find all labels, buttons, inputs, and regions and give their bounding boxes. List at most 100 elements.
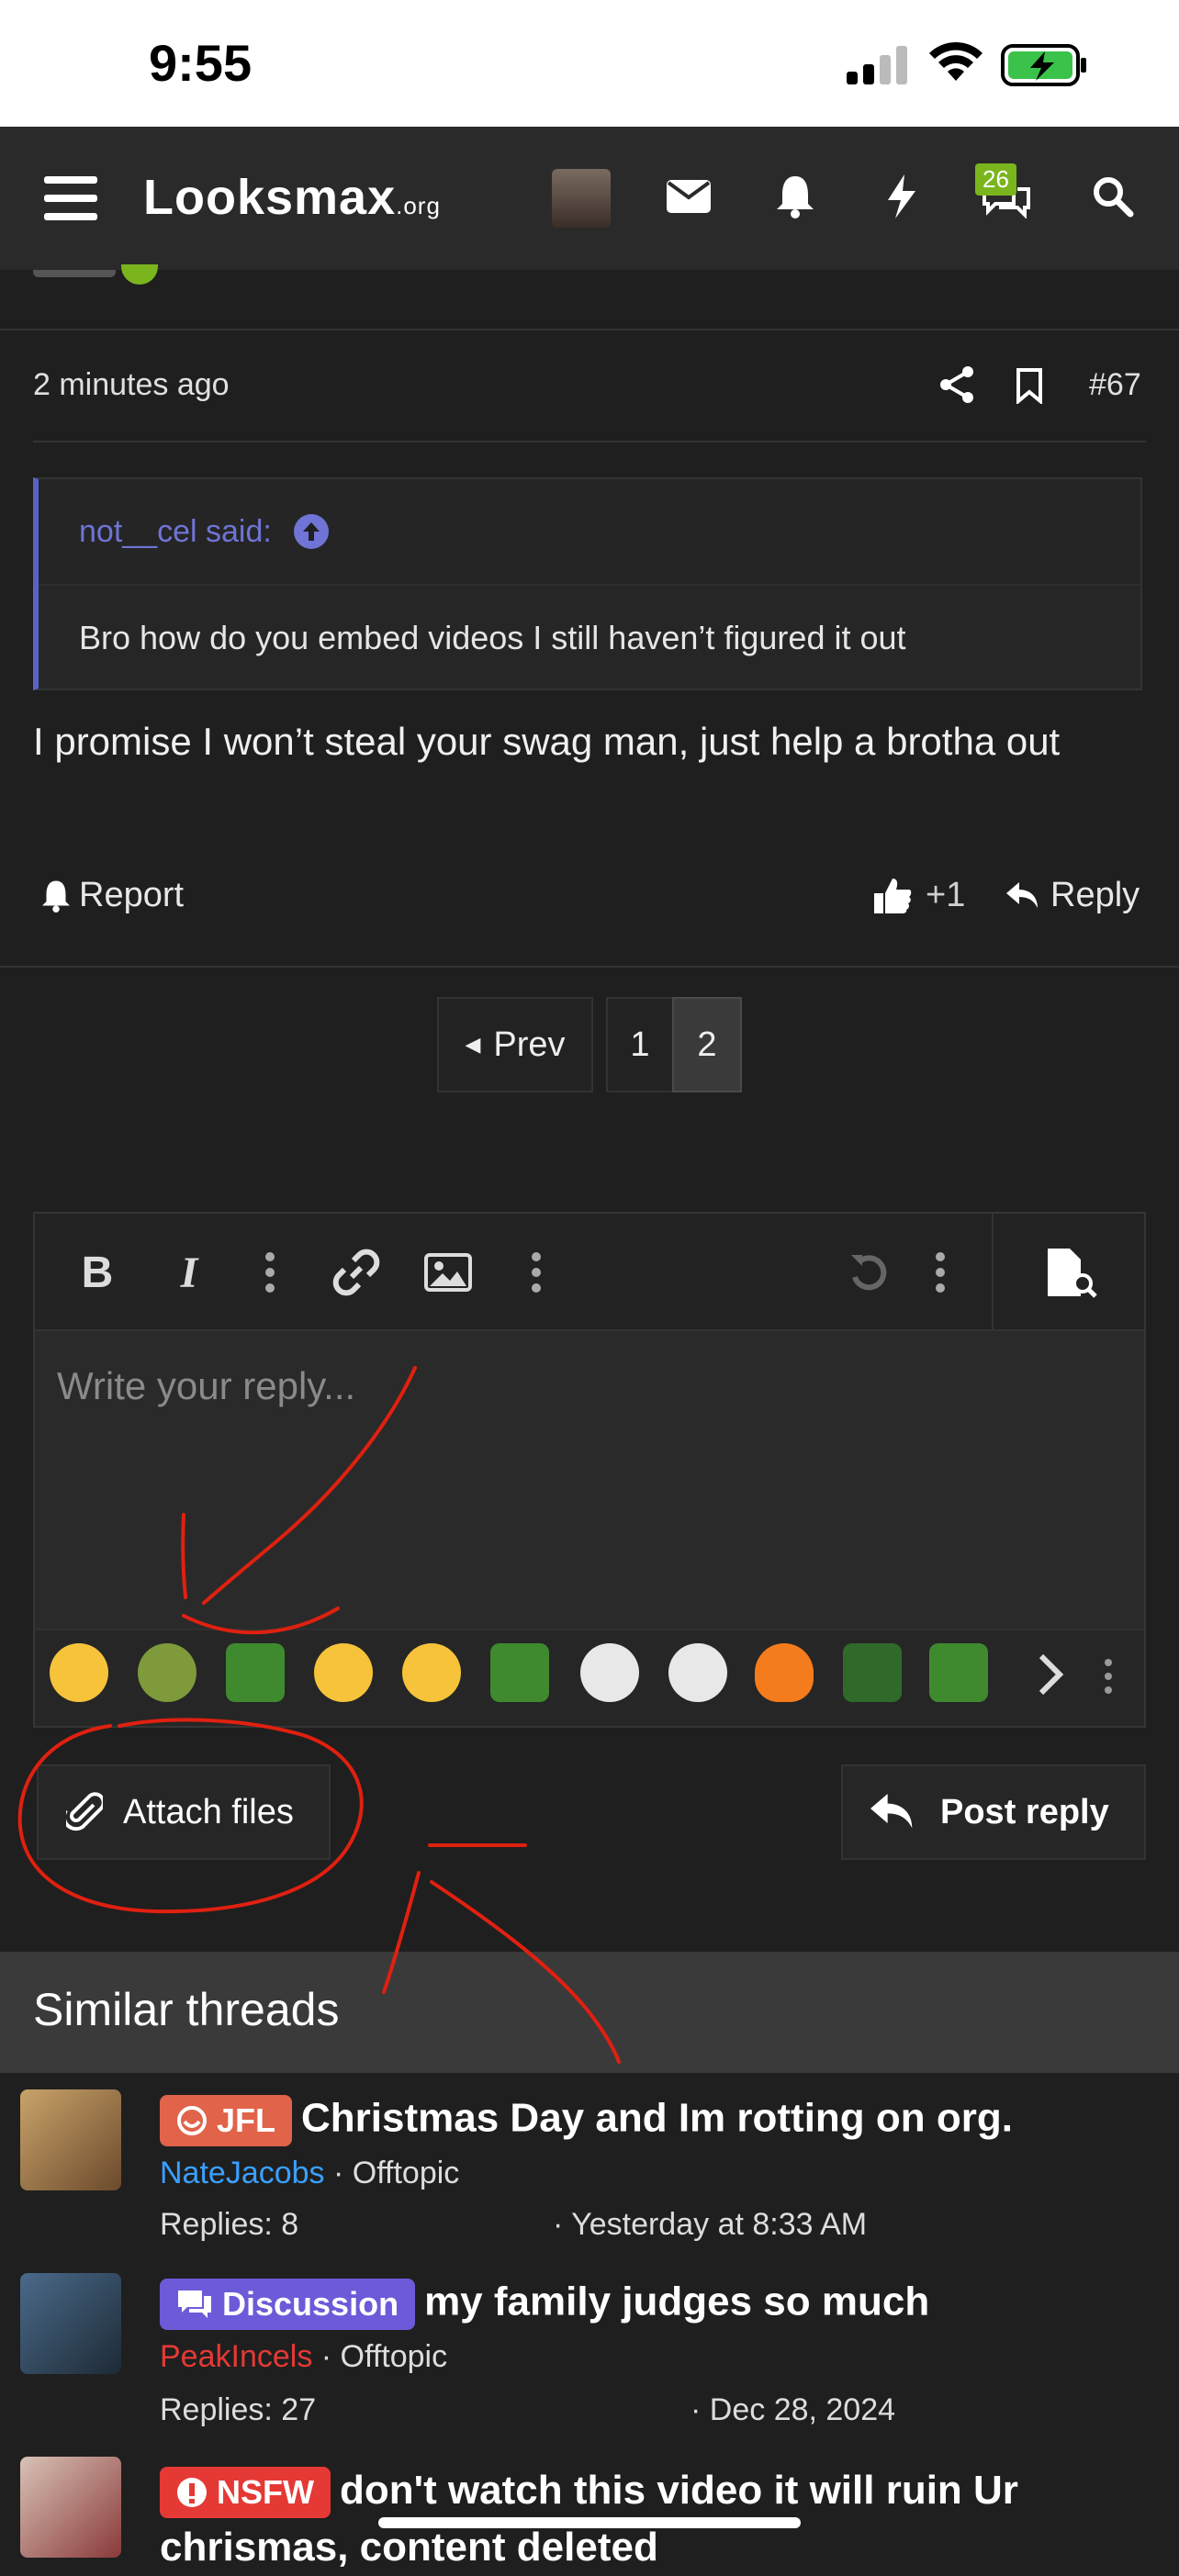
thread-author[interactable]: NateJacobs bbox=[160, 2156, 325, 2190]
more-insert-options-icon[interactable] bbox=[518, 1247, 555, 1298]
thread-avatar[interactable] bbox=[20, 2089, 121, 2190]
post-number[interactable]: #67 bbox=[1089, 367, 1141, 403]
thread-date-text: Dec 28, 2024 bbox=[709, 2392, 896, 2427]
thread-avatar[interactable] bbox=[20, 2273, 121, 2374]
thumbs-up-icon bbox=[874, 878, 912, 913]
soyjak-emoji[interactable] bbox=[668, 1643, 727, 1702]
shrek-emoji[interactable] bbox=[138, 1643, 196, 1702]
pepe-sit-emoji[interactable] bbox=[929, 1643, 988, 1702]
italic-icon[interactable]: I bbox=[163, 1247, 215, 1298]
thread-meta: NateJacobs · Offtopic bbox=[160, 2156, 460, 2190]
status-time: 9:55 bbox=[149, 34, 253, 92]
wifi-icon bbox=[929, 41, 982, 81]
editor-toolbar: B I bbox=[35, 1214, 1144, 1331]
thread-tag-label: Discussion bbox=[222, 2285, 399, 2323]
reply-label: Reply bbox=[1050, 876, 1140, 914]
quote-header: not__cel said: bbox=[39, 479, 1140, 586]
thread-title: Christmas Day and Im rotting on org. bbox=[301, 2095, 1013, 2141]
wojak-emoji[interactable] bbox=[580, 1643, 639, 1702]
bookmark-icon[interactable] bbox=[1016, 367, 1043, 409]
pepe-laugh-emoji[interactable] bbox=[490, 1643, 549, 1702]
divider bbox=[33, 441, 1146, 442]
post-reply-label: Post reply bbox=[940, 1792, 1109, 1831]
page-1-button[interactable]: 1 bbox=[606, 997, 674, 1092]
share-icon[interactable] bbox=[938, 365, 975, 409]
like-button[interactable]: +1 bbox=[872, 876, 965, 915]
thread-replies: Replies: 27 bbox=[160, 2392, 317, 2427]
pepe-emoji[interactable] bbox=[226, 1643, 285, 1702]
reply-button[interactable]: Reply bbox=[1006, 876, 1140, 915]
mail-icon[interactable] bbox=[663, 171, 714, 222]
home-indicator bbox=[378, 2517, 801, 2528]
thread-meta: PeakIncels · Offtopic bbox=[160, 2339, 448, 2374]
fire-emoji[interactable] bbox=[755, 1643, 814, 1702]
thread-author[interactable]: PeakIncels bbox=[160, 2339, 312, 2374]
logo-text: Looksmax bbox=[143, 170, 397, 225]
more-text-options-icon[interactable] bbox=[252, 1247, 288, 1298]
jump-to-quote-icon[interactable] bbox=[293, 514, 329, 549]
thread-title: my family judges so much bbox=[424, 2279, 930, 2324]
thread-tag: Discussion bbox=[160, 2279, 416, 2330]
thread-tag: NSFW bbox=[160, 2467, 331, 2519]
status-bar: 9:55 bbox=[0, 0, 1179, 127]
thread-forum[interactable]: Offtopic bbox=[341, 2339, 448, 2374]
reply-arrow-icon bbox=[1006, 881, 1038, 908]
prev-page-button[interactable]: ◀ Prev bbox=[437, 997, 593, 1092]
menu-icon[interactable] bbox=[44, 176, 97, 222]
like-count: +1 bbox=[926, 876, 966, 914]
search-icon[interactable] bbox=[1087, 171, 1139, 222]
image-icon[interactable] bbox=[422, 1247, 474, 1298]
post-timestamp[interactable]: 2 minutes ago bbox=[33, 367, 230, 403]
divider bbox=[0, 329, 1179, 330]
link-icon[interactable] bbox=[329, 1247, 384, 1298]
report-label: Report bbox=[79, 876, 185, 914]
chevron-right-icon[interactable] bbox=[1038, 1652, 1065, 1701]
crying-laughing-emoji[interactable] bbox=[314, 1643, 373, 1702]
lightning-icon[interactable] bbox=[876, 171, 927, 222]
user-avatar[interactable] bbox=[552, 169, 611, 228]
notification-badge: 26 bbox=[975, 163, 1016, 196]
post-reply-button[interactable]: Post reply bbox=[841, 1764, 1146, 1860]
alert-icon bbox=[177, 2478, 207, 2508]
bell-icon bbox=[42, 880, 70, 913]
thread-tag-label: NSFW bbox=[217, 2473, 314, 2512]
thread-avatar[interactable] bbox=[20, 2457, 121, 2558]
online-indicator bbox=[121, 264, 158, 285]
quote-author[interactable]: not__cel said: bbox=[79, 514, 272, 550]
pepe-sunglasses-emoji[interactable] bbox=[843, 1643, 902, 1702]
toolbar-separator bbox=[992, 1214, 994, 1329]
thread-tag-label: JFL bbox=[217, 2101, 276, 2139]
reply-input[interactable]: Write your reply... bbox=[57, 1364, 355, 1408]
attach-files-label: Attach files bbox=[123, 1792, 294, 1831]
emoji-more-icon[interactable] bbox=[1104, 1658, 1113, 1699]
preview-icon[interactable] bbox=[1039, 1247, 1104, 1298]
post-body: I promise I won’t steal your swag man, j… bbox=[33, 720, 1061, 763]
report-button[interactable]: Report bbox=[40, 876, 184, 915]
similar-threads-title: Similar threads bbox=[33, 1984, 340, 2035]
page-2-button[interactable]: 2 bbox=[672, 997, 742, 1092]
thread-forum[interactable]: Offtopic bbox=[353, 2156, 460, 2190]
thread-title-row[interactable]: JFL Christmas Day and Im rotting on org. bbox=[160, 2095, 1013, 2146]
quote-block: not__cel said: Bro how do you embed vide… bbox=[33, 477, 1142, 690]
cowboy-emoji[interactable] bbox=[50, 1643, 108, 1702]
reply-arrow-icon bbox=[870, 1794, 913, 1829]
chat-icon bbox=[178, 2290, 211, 2318]
undo-icon[interactable] bbox=[843, 1247, 894, 1298]
attach-files-button[interactable]: Attach files bbox=[37, 1764, 331, 1860]
battery-charging-icon bbox=[1001, 44, 1086, 86]
star-struck-emoji[interactable] bbox=[402, 1643, 461, 1702]
thread-tag: JFL bbox=[160, 2095, 293, 2146]
paperclip-icon bbox=[66, 1792, 103, 1831]
thread-title-row[interactable]: Discussion my family judges so much bbox=[160, 2279, 929, 2330]
quote-text: Bro how do you embed videos I still have… bbox=[79, 619, 906, 656]
logo-suffix: .org bbox=[396, 192, 441, 219]
bell-icon[interactable] bbox=[769, 171, 821, 222]
laugh-icon bbox=[177, 2106, 207, 2135]
thread-date: · Dec 28, 2024 bbox=[691, 2392, 896, 2427]
divider bbox=[0, 966, 1179, 968]
signal-icon bbox=[847, 46, 907, 84]
prev-label: Prev bbox=[493, 1025, 566, 1064]
site-logo[interactable]: Looksmax.org bbox=[143, 169, 441, 226]
more-options-icon[interactable] bbox=[922, 1247, 959, 1298]
bold-icon[interactable]: B bbox=[72, 1247, 123, 1298]
